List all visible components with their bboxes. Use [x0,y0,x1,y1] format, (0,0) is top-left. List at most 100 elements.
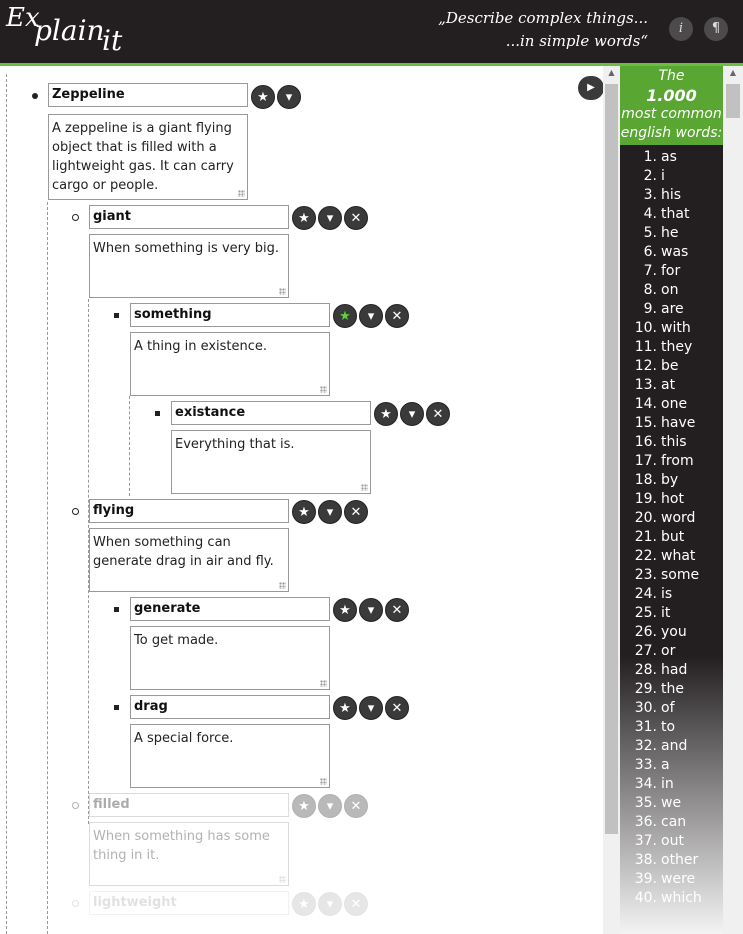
word-list-item: 10. with [620,319,723,338]
word-list-item: 9. are [620,300,723,319]
word-list-item: 22. what [620,547,723,566]
chevron-down-icon[interactable]: ▾ [318,206,342,230]
collapse-sidebar-button[interactable]: ▶ [578,76,604,100]
description-textarea[interactable]: A special force. [130,724,330,788]
word-rank: 19. [634,491,657,507]
star-icon[interactable]: ★ [333,598,357,622]
sidebar-heading-count: 1.000 [646,86,697,105]
word-list-item: 21. but [620,528,723,547]
logo-it: it [102,24,123,57]
close-icon[interactable]: ✕ [426,402,450,426]
scroll-up-arrow-icon[interactable]: ▲ [723,68,743,80]
star-icon[interactable]: ★ [292,794,316,818]
word-list-item: 1. as [620,148,723,167]
word-text: be [661,358,679,374]
close-icon[interactable]: ✕ [344,794,368,818]
star-icon[interactable]: ★ [292,206,316,230]
close-icon[interactable]: ✕ [344,500,368,524]
term-input[interactable]: drag [130,695,330,719]
chevron-down-icon[interactable]: ▾ [318,892,342,916]
scrollbar-thumb[interactable] [605,84,618,834]
term-input[interactable]: lightweight [89,891,289,915]
word-text: are [661,301,684,317]
word-text: this [661,434,687,450]
close-icon[interactable]: ✕ [385,696,409,720]
word-text: that [661,206,690,222]
chevron-down-icon[interactable]: ▾ [400,402,424,426]
description-textarea[interactable]: When something has some thing in it. [89,822,289,886]
circle-bullet [72,900,79,907]
circle-bullet [72,214,79,221]
word-text: he [661,225,679,241]
scrollbar-thumb[interactable] [726,84,740,118]
close-icon[interactable]: ✕ [385,304,409,328]
word-list-item: 26. you [620,623,723,642]
square-bullet [114,705,119,710]
chevron-down-icon[interactable]: ▾ [318,500,342,524]
word-rank: 8. [643,282,657,298]
chevron-down-icon[interactable]: ▾ [359,598,383,622]
square-bullet [114,313,119,318]
word-list-item: 17. from [620,452,723,471]
word-list-item: 3. his [620,186,723,205]
paragraph-icon[interactable]: ¶ [704,17,728,41]
word-rank: 12. [634,358,657,374]
term-input[interactable]: giant [89,205,289,229]
word-list-item: 20. word [620,509,723,528]
word-list-item: 12. be [620,357,723,376]
term-input[interactable]: flying [89,499,289,523]
word-rank: 21. [634,529,657,545]
description-textarea[interactable]: To get made. [130,626,330,690]
app-header: Ex plain it „Describe complex things... … [0,0,743,66]
chevron-down-icon[interactable]: ▾ [318,794,342,818]
chevron-down-icon[interactable]: ▾ [359,304,383,328]
word-text: is [661,586,673,602]
close-icon[interactable]: ✕ [385,598,409,622]
close-icon[interactable]: ✕ [344,206,368,230]
term-input[interactable]: existance [171,401,371,425]
word-rank: 25. [634,605,657,621]
description-textarea[interactable]: A zeppeline is a giant flying object tha… [48,114,248,200]
star-icon[interactable]: ★ [251,85,275,109]
circle-bullet [72,508,79,515]
sidebar-scrollbar[interactable]: ▲ [723,66,743,934]
circle-bullet [72,802,79,809]
word-list-item: 2. i [620,167,723,186]
tree-guide-line [129,396,130,496]
word-text: his [661,187,682,203]
star-icon[interactable]: ★ [292,892,316,916]
description-textarea[interactable]: A thing in existence. [130,332,330,396]
star-icon[interactable]: ★ [333,696,357,720]
info-button[interactable]: i [669,17,693,41]
description-textarea[interactable]: Everything that is. [171,430,371,494]
star-icon[interactable]: ★ [374,402,398,426]
square-bullet [114,607,119,612]
word-rank: 3. [643,187,657,203]
sidebar-heading-line-1: The [658,68,685,84]
word-list-item: 15. have [620,414,723,433]
star-icon[interactable]: ★ [292,500,316,524]
word-list-item: 11. they [620,338,723,357]
term-input[interactable]: something [130,303,330,327]
square-bullet [155,411,160,416]
close-icon[interactable]: ✕ [344,892,368,916]
tree-guide-line [6,74,7,934]
word-text: you [661,624,687,640]
term-input[interactable]: filled [89,793,289,817]
word-rank: 14. [634,396,657,412]
word-text: on [661,282,679,298]
word-rank: 26. [634,624,657,640]
description-textarea[interactable]: When something can generate drag in air … [89,528,289,592]
word-text: for [661,263,681,279]
word-rank: 22. [634,548,657,564]
chevron-down-icon[interactable]: ▾ [359,696,383,720]
star-icon[interactable]: ★ [333,304,357,328]
main-scrollbar[interactable]: ▲ [603,66,620,934]
term-input[interactable]: generate [130,597,330,621]
term-input[interactable]: Zeppeline [48,83,248,107]
scroll-up-arrow-icon[interactable]: ▲ [603,68,620,80]
tree-guide-line [47,202,48,934]
word-text: it [661,605,671,621]
description-textarea[interactable]: When something is very big. [89,234,289,298]
chevron-down-icon[interactable]: ▾ [277,85,301,109]
